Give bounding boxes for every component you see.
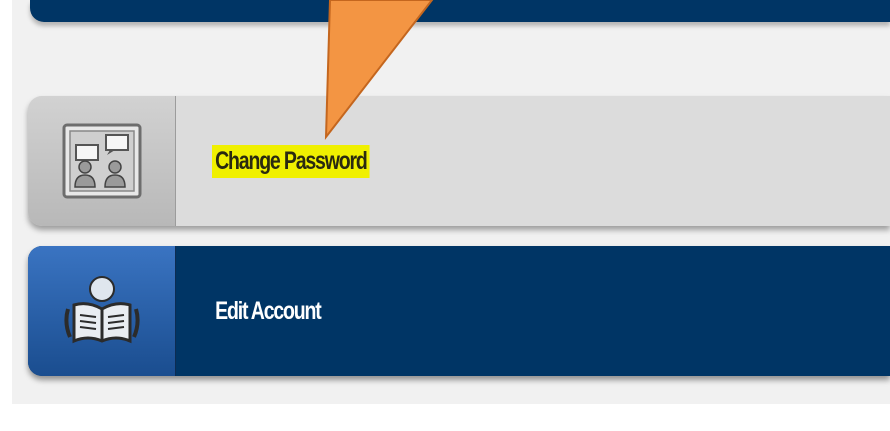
change-password-label-wrap: Change Password <box>212 96 370 226</box>
reading-user-icon <box>63 276 140 344</box>
edit-account-icon-box <box>28 246 176 376</box>
presentation-board-icon <box>62 123 141 199</box>
change-password-icon-box <box>28 96 176 226</box>
edit-account-label-wrap: Edit Account <box>212 246 324 376</box>
change-password-label[interactable]: Change Password <box>212 144 370 178</box>
change-password-item[interactable]: Change Password <box>28 96 890 226</box>
edit-account-label[interactable]: Edit Account <box>212 295 324 328</box>
previous-menu-item[interactable] <box>30 0 890 22</box>
edit-account-item[interactable]: Edit Account <box>28 246 890 376</box>
